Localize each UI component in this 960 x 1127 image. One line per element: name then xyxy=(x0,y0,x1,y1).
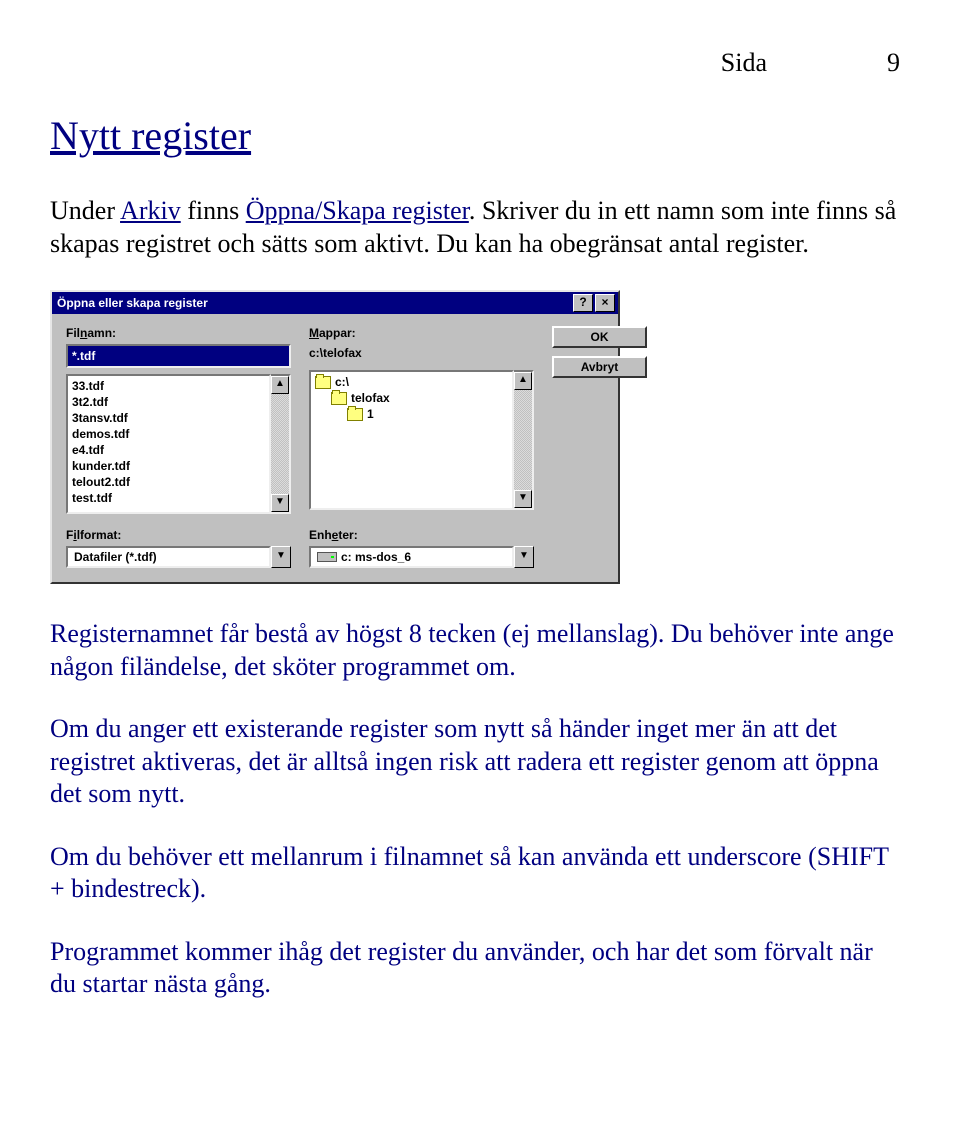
titlebar-buttons: ? × xyxy=(573,294,615,312)
list-item[interactable]: e4.tdf xyxy=(68,442,269,458)
intro-arkiv: Arkiv xyxy=(120,196,181,225)
filelist-scrollbar[interactable]: ▲ ▼ xyxy=(271,374,291,514)
scroll-track[interactable] xyxy=(271,394,289,494)
folders-label: Mappar: xyxy=(309,326,534,340)
dialog-screenshot: Öppna eller skapa register ? × Filnamn: … xyxy=(50,290,620,584)
file-listbox[interactable]: 33.tdf 3t2.tdf 3tansv.tdf demos.tdf e4.t… xyxy=(66,374,271,514)
list-item[interactable]: demos.tdf xyxy=(68,426,269,442)
dialog-title: Öppna eller skapa register xyxy=(55,296,573,310)
cancel-button[interactable]: Avbryt xyxy=(552,356,647,378)
scroll-track[interactable] xyxy=(514,390,532,490)
folder-open-icon xyxy=(315,376,331,389)
filename-input[interactable]: *.tdf xyxy=(66,344,291,368)
foldertree-wrap: c:\ telofax 1 ▲ ▼ xyxy=(309,370,534,510)
dialog-bottom-row: Filformat: Datafiler (*.tdf) ▼ Enheter: … xyxy=(66,528,647,568)
fileformat-combo[interactable]: Datafiler (*.tdf) ▼ xyxy=(66,546,291,568)
dialog-body: Filnamn: *.tdf 33.tdf 3t2.tdf 3tansv.tdf… xyxy=(52,314,618,582)
intro-pre: Under xyxy=(50,196,120,225)
drives-combo[interactable]: c: ms-dos_6 ▼ xyxy=(309,546,534,568)
filename-label: Filnamn: xyxy=(66,326,291,340)
fileformat-value: Datafiler (*.tdf) xyxy=(66,546,271,568)
tree-item[interactable]: telofax xyxy=(311,390,512,406)
current-path: c:\telofax xyxy=(309,344,534,364)
drives-label: Enheter: xyxy=(309,528,534,542)
list-item[interactable]: 33.tdf xyxy=(68,378,269,394)
tree-item[interactable]: 1 xyxy=(311,406,512,422)
intro-paragraph: Under Arkiv finns Öppna/Skapa register. … xyxy=(50,195,900,260)
paragraph-4: Om du behöver ett mellanrum i filnamnet … xyxy=(50,841,900,906)
paragraph-2: Registernamnet får bestå av högst 8 teck… xyxy=(50,618,900,683)
button-column: OK Avbryt xyxy=(552,326,647,514)
tree-label: 1 xyxy=(367,406,374,422)
filelist-wrap: 33.tdf 3t2.tdf 3tansv.tdf demos.tdf e4.t… xyxy=(66,374,291,514)
drive-icon xyxy=(317,552,337,562)
chevron-down-icon[interactable]: ▼ xyxy=(271,546,291,568)
ok-button[interactable]: OK xyxy=(552,326,647,348)
folder-tree[interactable]: c:\ telofax 1 xyxy=(309,370,514,510)
filename-value: *.tdf xyxy=(72,349,95,363)
dialog-titlebar: Öppna eller skapa register ? × xyxy=(52,292,618,314)
folders-column: Mappar: c:\telofax c:\ telofax xyxy=(309,326,534,514)
list-item[interactable]: 3tansv.tdf xyxy=(68,410,269,426)
intro-mid1: finns xyxy=(181,196,246,225)
paragraph-3: Om du anger ett existerande register som… xyxy=(50,713,900,811)
list-item[interactable]: kunder.tdf xyxy=(68,458,269,474)
fileformat-label: Filformat: xyxy=(66,528,291,542)
tree-item[interactable]: c:\ xyxy=(311,374,512,390)
folder-open-icon xyxy=(331,392,347,405)
list-item[interactable]: telout2.tdf xyxy=(68,474,269,490)
tree-label: c:\ xyxy=(335,374,349,390)
section-title: Nytt register xyxy=(50,112,900,159)
drives-value: c: ms-dos_6 xyxy=(309,546,514,568)
paragraph-5: Programmet kommer ihåg det register du a… xyxy=(50,936,900,1001)
scroll-down-icon[interactable]: ▼ xyxy=(271,494,289,512)
close-button[interactable]: × xyxy=(595,294,615,312)
page-number: 9 xyxy=(887,48,900,78)
scroll-up-icon[interactable]: ▲ xyxy=(271,376,289,394)
scroll-down-icon[interactable]: ▼ xyxy=(514,490,532,508)
drives-group: Enheter: c: ms-dos_6 ▼ xyxy=(309,528,534,568)
page-header: Sida 9 xyxy=(50,48,900,78)
help-button[interactable]: ? xyxy=(573,294,593,312)
list-item[interactable]: 3t2.tdf xyxy=(68,394,269,410)
tree-label: telofax xyxy=(351,390,390,406)
foldertree-scrollbar[interactable]: ▲ ▼ xyxy=(514,370,534,510)
dialog-window: Öppna eller skapa register ? × Filnamn: … xyxy=(50,290,620,584)
page-label: Sida xyxy=(721,48,767,78)
chevron-down-icon[interactable]: ▼ xyxy=(514,546,534,568)
list-item[interactable]: test.tdf xyxy=(68,490,269,506)
intro-oppna: Öppna/Skapa register xyxy=(246,196,469,225)
folder-icon xyxy=(347,408,363,421)
fileformat-group: Filformat: Datafiler (*.tdf) ▼ xyxy=(66,528,291,568)
scroll-up-icon[interactable]: ▲ xyxy=(514,372,532,390)
filename-column: Filnamn: *.tdf 33.tdf 3t2.tdf 3tansv.tdf… xyxy=(66,326,291,514)
